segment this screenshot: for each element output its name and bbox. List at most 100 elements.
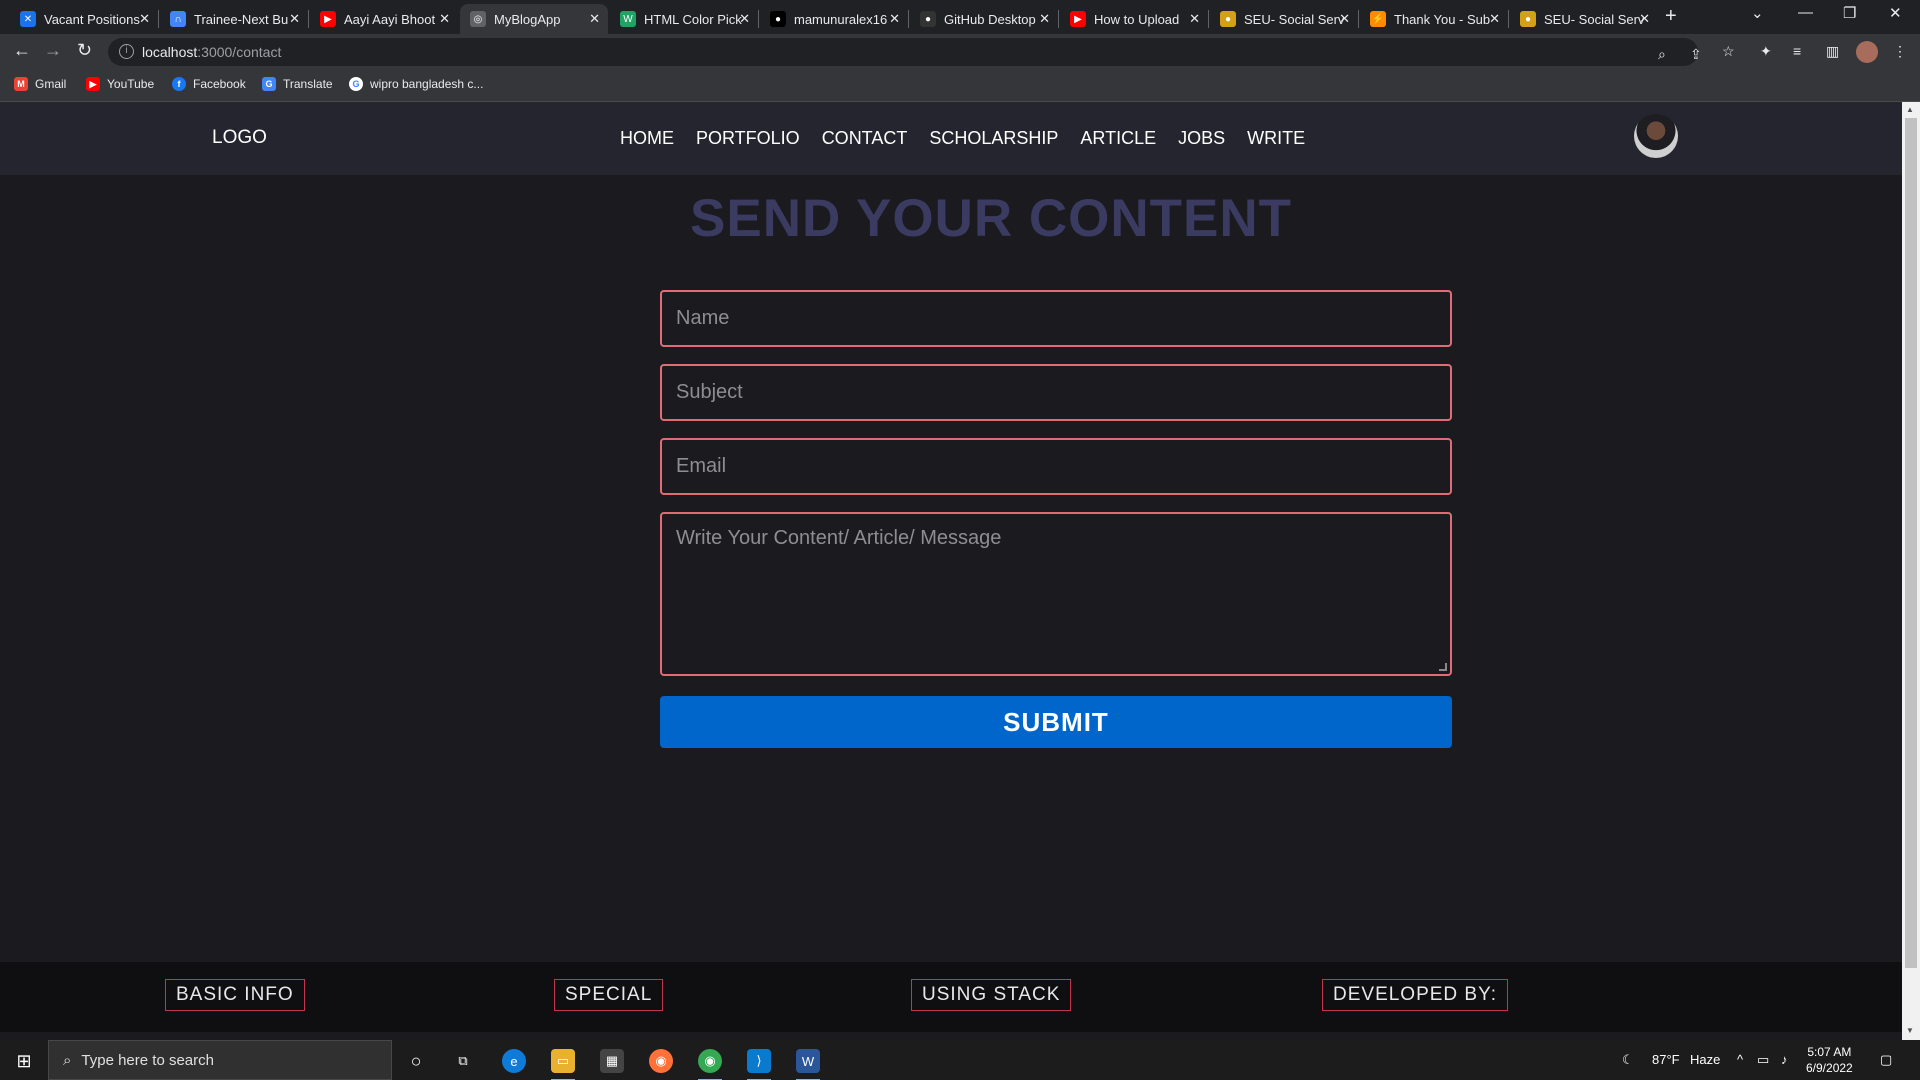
- tab-close-icon[interactable]: ✕: [889, 11, 900, 27]
- tab-close-icon[interactable]: ✕: [1339, 11, 1350, 27]
- restore-icon[interactable]: ❐: [1843, 4, 1856, 22]
- task-view-icon[interactable]: ⧉: [451, 1049, 475, 1073]
- tab-close-icon[interactable]: ✕: [1489, 11, 1500, 27]
- bookmark-translate[interactable]: G Translate: [262, 77, 333, 91]
- weather-icon[interactable]: ☾: [1622, 1052, 1634, 1068]
- bookmark-gmail[interactable]: M Gmail: [14, 77, 66, 91]
- user-avatar[interactable]: [1634, 114, 1678, 158]
- tab-title: SEU- Social Serv: [1544, 11, 1645, 27]
- nav-portfolio[interactable]: PORTFOLIO: [696, 128, 800, 149]
- youtube-icon: ▶: [86, 77, 100, 91]
- browser-toolbar: ← → ↻ i localhost:3000/contact ⌕ ⇪ ☆ ✦ ≡…: [0, 34, 1920, 70]
- windows-start-icon[interactable]: ⊞: [12, 1049, 36, 1073]
- minimize-icon[interactable]: —: [1798, 4, 1813, 21]
- volume-icon[interactable]: ♪: [1781, 1052, 1788, 1067]
- taskbar-search[interactable]: ⌕ Type here to search: [48, 1040, 392, 1080]
- submit-button[interactable]: SUBMIT: [660, 696, 1452, 748]
- browser-tab[interactable]: ▶ How to Upload ✕: [1060, 4, 1208, 34]
- browser-tab[interactable]: ● mamunuralex16 ✕: [760, 4, 908, 34]
- browser-tab-active[interactable]: ◎ MyBlogApp ✕: [460, 4, 608, 34]
- zoom-icon[interactable]: ⌕: [1658, 46, 1666, 63]
- browser-tab[interactable]: ⚡ Thank You - Sub ✕: [1360, 4, 1508, 34]
- browser-tab[interactable]: ● SEU- Social Serv ✕: [1210, 4, 1358, 34]
- bookmark-facebook[interactable]: f Facebook: [172, 77, 246, 91]
- tray-chevron-icon[interactable]: ^: [1737, 1052, 1743, 1067]
- browser-tab[interactable]: ✕ Vacant Positions ✕: [10, 4, 158, 34]
- tab-title: Trainee-Next Bu: [194, 11, 289, 27]
- tab-favicon: ●: [770, 11, 786, 27]
- tab-close-icon[interactable]: ✕: [289, 11, 300, 27]
- tab-close-icon[interactable]: ✕: [1639, 11, 1650, 27]
- clock[interactable]: 5:07 AM 6/9/2022: [1806, 1044, 1853, 1076]
- reload-icon[interactable]: ↻: [77, 40, 92, 61]
- cortana-icon[interactable]: ○: [404, 1049, 428, 1073]
- site-info-icon[interactable]: i: [119, 44, 134, 59]
- tab-close-icon[interactable]: ✕: [589, 11, 600, 27]
- tab-favicon: ●: [920, 11, 936, 27]
- page-scrollbar[interactable]: ▲ ▼: [1902, 102, 1920, 1040]
- nav-scholarship[interactable]: SCHOLARSHIP: [929, 128, 1058, 149]
- weather-desc[interactable]: Haze: [1690, 1052, 1720, 1067]
- name-input[interactable]: Name: [660, 290, 1452, 347]
- profile-avatar-icon[interactable]: [1856, 41, 1878, 63]
- tab-close-icon[interactable]: ✕: [1189, 11, 1200, 27]
- bookmark-star-icon[interactable]: ☆: [1722, 43, 1735, 60]
- scroll-up-icon[interactable]: ▲: [1906, 105, 1914, 114]
- message-textarea[interactable]: Write Your Content/ Article/ Message: [660, 512, 1452, 676]
- tab-close-icon[interactable]: ✕: [739, 11, 750, 27]
- forward-arrow-icon[interactable]: →: [44, 40, 62, 61]
- email-input[interactable]: Email: [660, 438, 1452, 495]
- close-window-icon[interactable]: ✕: [1889, 4, 1902, 22]
- subject-input[interactable]: Subject: [660, 364, 1452, 421]
- footer-basic-info: BASIC INFO: [165, 979, 305, 1011]
- network-icon[interactable]: ▭: [1757, 1052, 1769, 1068]
- url-text[interactable]: localhost:3000/contact: [142, 44, 281, 60]
- media-control-icon[interactable]: ≡: [1793, 43, 1801, 59]
- browser-tab[interactable]: ▶ Aayi Aayi Bhoot ✕: [310, 4, 458, 34]
- tab-favicon: ●: [1220, 11, 1236, 27]
- tab-search-chevron-icon[interactable]: ⌄: [1751, 4, 1764, 22]
- tab-close-icon[interactable]: ✕: [139, 11, 150, 27]
- nav-home[interactable]: HOME: [620, 128, 674, 149]
- scroll-down-icon[interactable]: ▼: [1906, 1026, 1914, 1035]
- nav-contact[interactable]: CONTACT: [822, 128, 908, 149]
- word-icon[interactable]: W: [796, 1049, 820, 1080]
- nav-jobs[interactable]: JOBS: [1178, 128, 1225, 149]
- menu-dots-icon[interactable]: ⋮: [1893, 43, 1907, 60]
- notification-icon[interactable]: ▢: [1880, 1052, 1892, 1068]
- site-logo[interactable]: LOGO: [212, 127, 267, 149]
- back-arrow-icon[interactable]: ←: [13, 40, 31, 61]
- nav-write[interactable]: WRITE: [1247, 128, 1305, 149]
- search-placeholder: Type here to search: [81, 1051, 214, 1069]
- browser-tab[interactable]: ● SEU- Social Serv ✕: [1510, 4, 1658, 34]
- vscode-icon[interactable]: ⟩: [747, 1049, 771, 1080]
- side-panel-icon[interactable]: ▥: [1826, 43, 1839, 60]
- nav-article[interactable]: ARTICLE: [1080, 128, 1156, 149]
- resize-handle-icon[interactable]: [1439, 663, 1447, 671]
- extensions-icon[interactable]: ✦: [1760, 43, 1772, 60]
- tab-close-icon[interactable]: ✕: [439, 11, 450, 27]
- share-icon[interactable]: ⇪: [1690, 46, 1702, 63]
- tab-title: SEU- Social Serv: [1244, 11, 1345, 27]
- site-navbar: LOGO HOME PORTFOLIO CONTACT SCHOLARSHIP …: [0, 102, 1902, 175]
- tab-title: Aayi Aayi Bhoot: [344, 11, 436, 27]
- tab-title: MyBlogApp: [494, 11, 561, 27]
- firefox-icon[interactable]: ◉: [649, 1049, 673, 1073]
- google-icon: G: [349, 77, 363, 91]
- store-icon[interactable]: ▦: [600, 1049, 624, 1073]
- weather-temp[interactable]: 87°F: [1652, 1052, 1680, 1067]
- browser-tab[interactable]: ∩ Trainee-Next Bu ✕: [160, 4, 308, 34]
- browser-tab[interactable]: ● GitHub Desktop ✕: [910, 4, 1058, 34]
- tab-close-icon[interactable]: ✕: [1039, 11, 1050, 27]
- new-tab-button[interactable]: +: [1665, 5, 1677, 28]
- bookmark-youtube[interactable]: ▶ YouTube: [86, 77, 154, 91]
- bookmark-wipro[interactable]: G wipro bangladesh c...: [349, 77, 483, 91]
- edge-icon[interactable]: e: [502, 1049, 526, 1073]
- chrome-icon[interactable]: ◉: [698, 1049, 722, 1080]
- tab-title: Thank You - Sub: [1394, 11, 1491, 27]
- browser-tab[interactable]: W HTML Color Pick ✕: [610, 4, 758, 34]
- scrollbar-thumb[interactable]: [1905, 118, 1917, 968]
- facebook-icon: f: [172, 77, 186, 91]
- address-bar[interactable]: i localhost:3000/contact ⌕ ⇪: [108, 38, 1702, 66]
- file-explorer-icon[interactable]: ▭: [551, 1049, 575, 1080]
